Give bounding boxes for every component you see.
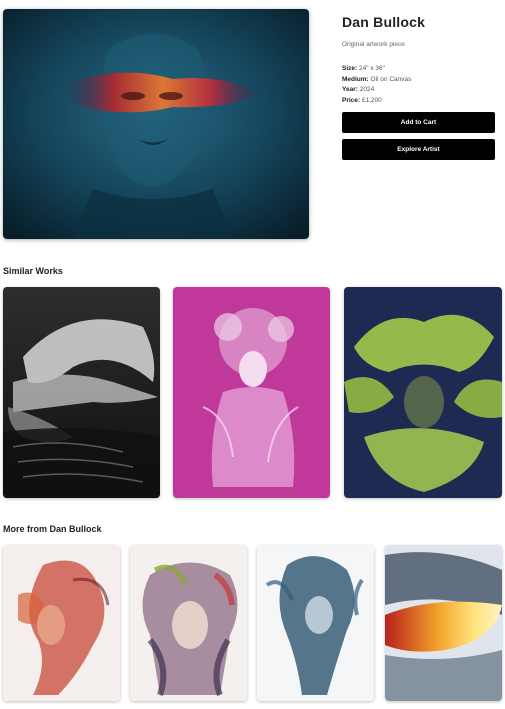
similar-work-card-3[interactable] [344,287,502,498]
more-work-card-3[interactable] [257,545,374,701]
main-artwork-image [3,9,309,239]
more-work-image-1 [3,545,120,701]
similar-work-card-1[interactable] [3,287,160,498]
spec-medium: Medium: Oil on Canvas [342,75,412,83]
more-work-image-4 [385,545,502,701]
add-to-cart-button[interactable]: Add to Cart [342,112,495,133]
artwork-specs: Size: 24" x 36" Medium: Oil on Canvas Ye… [342,64,495,106]
more-work-card-1[interactable] [3,545,120,701]
spec-size: Size: 24" x 36" [342,65,385,72]
explore-artist-button[interactable]: Explore Artist [342,139,495,160]
more-from-artist-heading: More from Dan Bullock [3,524,102,534]
more-work-image-2 [130,545,247,701]
similar-work-image-3 [344,287,502,498]
similar-works-heading: Similar Works [3,266,63,276]
similar-work-card-2[interactable] [173,287,330,498]
spec-year: Year: 2024 [342,86,375,93]
artist-name: Dan Bullock [342,14,426,30]
artwork-subtitle: Original artwork piece [342,41,405,48]
spec-price: Price: £1,200 [342,96,382,104]
similar-work-image-1 [3,287,160,498]
similar-work-image-2 [173,287,330,498]
more-work-card-2[interactable] [130,545,247,701]
artwork-info-panel: Dan Bullock Original artwork piece Size:… [342,14,495,106]
more-work-card-4[interactable] [385,545,502,701]
more-work-image-3 [257,545,374,701]
